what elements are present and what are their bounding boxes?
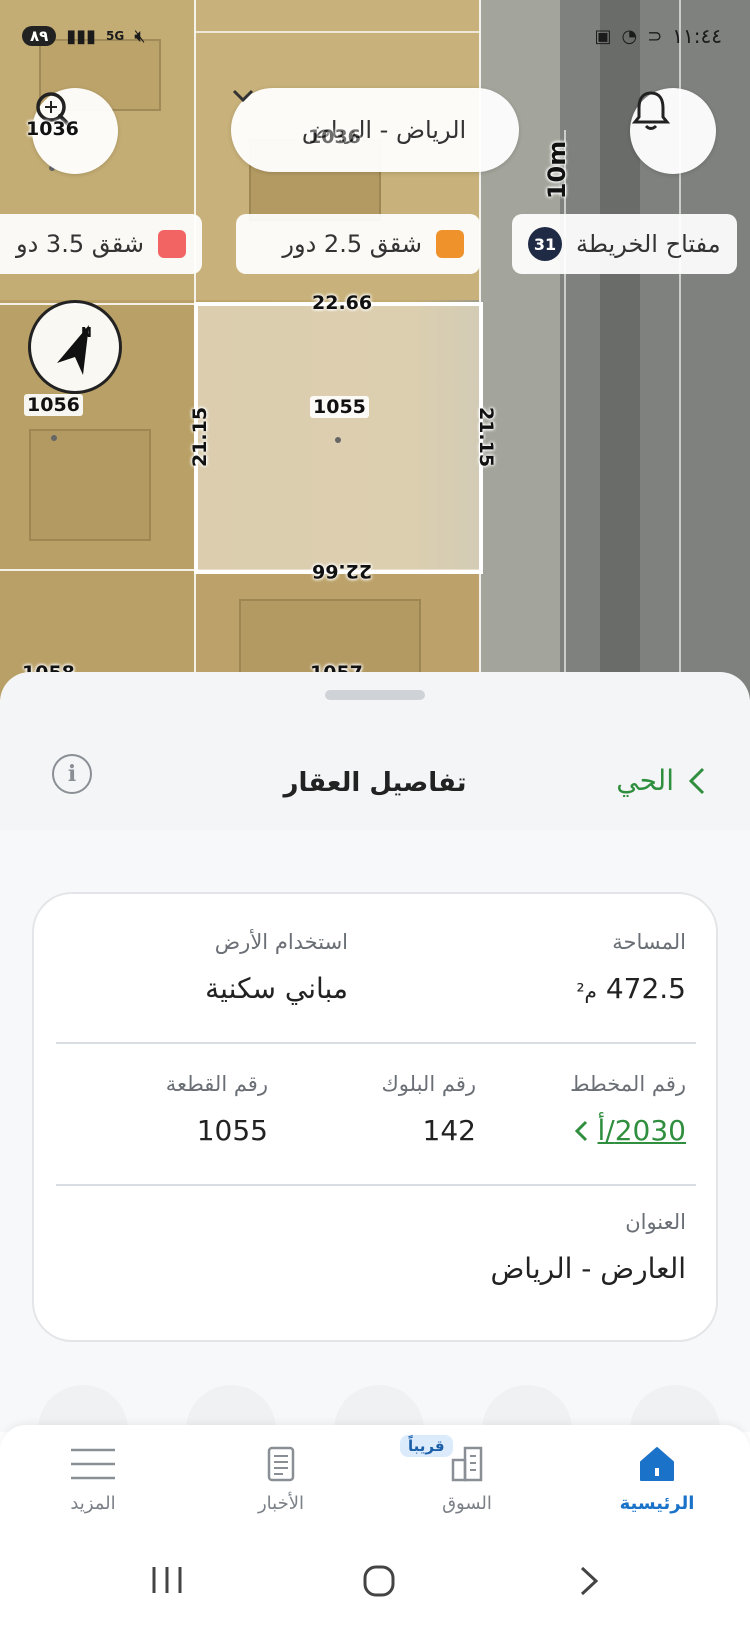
nav-more-label: المزيد [70, 1493, 116, 1514]
status-bar-left: ٨٩ ▮▮▮ 5G 🔇︎ [22, 18, 146, 54]
nav-home[interactable]: الرئيسية [592, 1439, 722, 1514]
cast-icon: ▣ [594, 25, 612, 47]
back-arrow-icon[interactable] [578, 1565, 600, 1601]
details-card: المساحة 472.5 م² استخدام الأرض مباني سكن… [32, 892, 718, 1342]
dimension-top: 22.66 [312, 292, 373, 314]
battery-indicator: ٨٩ [22, 26, 57, 46]
map-view[interactable]: ▣ ◔ ⊃ ١١:٤٤ ٨٩ ▮▮▮ 5G 🔇︎ الرياض - الرياض… [0, 0, 750, 700]
nav-more[interactable]: المزيد [28, 1439, 158, 1514]
block-field: رقم البلوك 142 [381, 1072, 476, 1147]
filter-chip-apartments-2-5[interactable]: شقق 2.5 دور [236, 214, 480, 274]
status-bar-right: ▣ ◔ ⊃ ١١:٤٤ [594, 18, 722, 54]
nav-news[interactable]: الأخبار [216, 1439, 346, 1514]
plan-field: رقم المخطط 2030/أ [570, 1072, 686, 1147]
recent-apps-icon[interactable] [150, 1565, 184, 1599]
area-label: المساحة [612, 930, 686, 954]
info-icon[interactable]: i [52, 754, 92, 794]
property-details-sheet: الحي تفاصيل العقار i المساحة 472.5 م² اس… [0, 672, 750, 1432]
system-navigation-bar [0, 1535, 750, 1626]
land-use-value: مباني سكنية [205, 972, 348, 1005]
divider [56, 1042, 696, 1044]
bottom-navigation: الرئيسية السوق قريباً الأخبار المزيد [0, 1425, 750, 1535]
menu-icon [28, 1439, 158, 1489]
land-use-label: استخدام الأرض [214, 930, 348, 954]
map-legend-chip[interactable]: مفتاح الخريطة 31 [512, 214, 737, 274]
mute-icon: 🔇︎ [134, 25, 146, 47]
parcel-label: 1036 [26, 118, 79, 140]
block-value: 142 [422, 1114, 476, 1147]
sheet-title: تفاصيل العقار [283, 768, 467, 798]
news-icon [216, 1439, 346, 1489]
address-field: العنوان العارض - الرياض [490, 1210, 686, 1285]
dimension-left: 21.15 [189, 406, 212, 468]
link-icon: ⊃ [647, 25, 663, 47]
compass-button[interactable]: N [28, 300, 122, 394]
area-value: 472.5 م² [576, 972, 687, 1005]
address-value: العارض - الرياض [490, 1252, 686, 1285]
orange-swatch-icon [436, 230, 464, 258]
sheet-drag-handle[interactable] [325, 690, 425, 700]
svg-text:N: N [81, 326, 92, 341]
bell-icon [631, 91, 671, 130]
home-icon [592, 1439, 722, 1489]
compass-icon: N [57, 325, 92, 375]
dimension-right: 21.15 [475, 406, 498, 468]
parcel-number-value: 1055 [196, 1114, 268, 1147]
parcel-label-1056: 1056 [24, 394, 83, 416]
divider [56, 1184, 696, 1186]
map-legend-label: مفتاح الخريطة [576, 230, 721, 258]
status-time: ١١:٤٤ [672, 24, 722, 48]
street-width-label: 10m [543, 140, 572, 200]
filter-chip-label: شقق 2.5 دور [282, 230, 422, 258]
network-type: 5G [106, 29, 125, 43]
filter-chip-label: شقق 3.5 دو [16, 230, 144, 258]
area-unit: م² [576, 979, 597, 1003]
parcel-field: رقم القطعة 1055 [166, 1072, 268, 1147]
filter-chip-apartments-3-5[interactable]: شقق 3.5 دو [0, 214, 202, 274]
whatsapp-icon: ◔ [621, 25, 638, 47]
plan-label: رقم المخطط [570, 1072, 686, 1096]
parcel-label: 1036 [308, 126, 361, 148]
red-swatch-icon [158, 230, 186, 258]
chevron-left-icon [574, 1120, 587, 1141]
land-use-field: استخدام الأرض مباني سكنية [205, 930, 348, 1005]
coming-soon-badge: قريباً [400, 1435, 453, 1457]
area-field: المساحة 472.5 م² [577, 930, 687, 1005]
notifications-button[interactable] [630, 88, 716, 174]
block-label: رقم البلوك [381, 1072, 476, 1096]
plan-link[interactable]: 2030/أ [570, 1114, 686, 1147]
city-selector[interactable]: الرياض - الرياض [231, 88, 519, 172]
address-label: العنوان [625, 1210, 686, 1234]
sheet-header: الحي تفاصيل العقار i [0, 712, 750, 822]
signal-icon: ▮▮▮ [66, 25, 97, 47]
parcel-number-label: رقم القطعة [165, 1072, 268, 1096]
nav-home-label: الرئيسية [619, 1493, 695, 1514]
parcel-label-1055: 1055 [310, 396, 369, 418]
nav-news-label: الأخبار [257, 1493, 304, 1514]
legend-count-badge: 31 [528, 227, 562, 261]
dimension-bottom: 22.66 [312, 560, 373, 582]
nav-market-label: السوق [442, 1493, 492, 1514]
home-circle-icon[interactable] [362, 1565, 396, 1601]
